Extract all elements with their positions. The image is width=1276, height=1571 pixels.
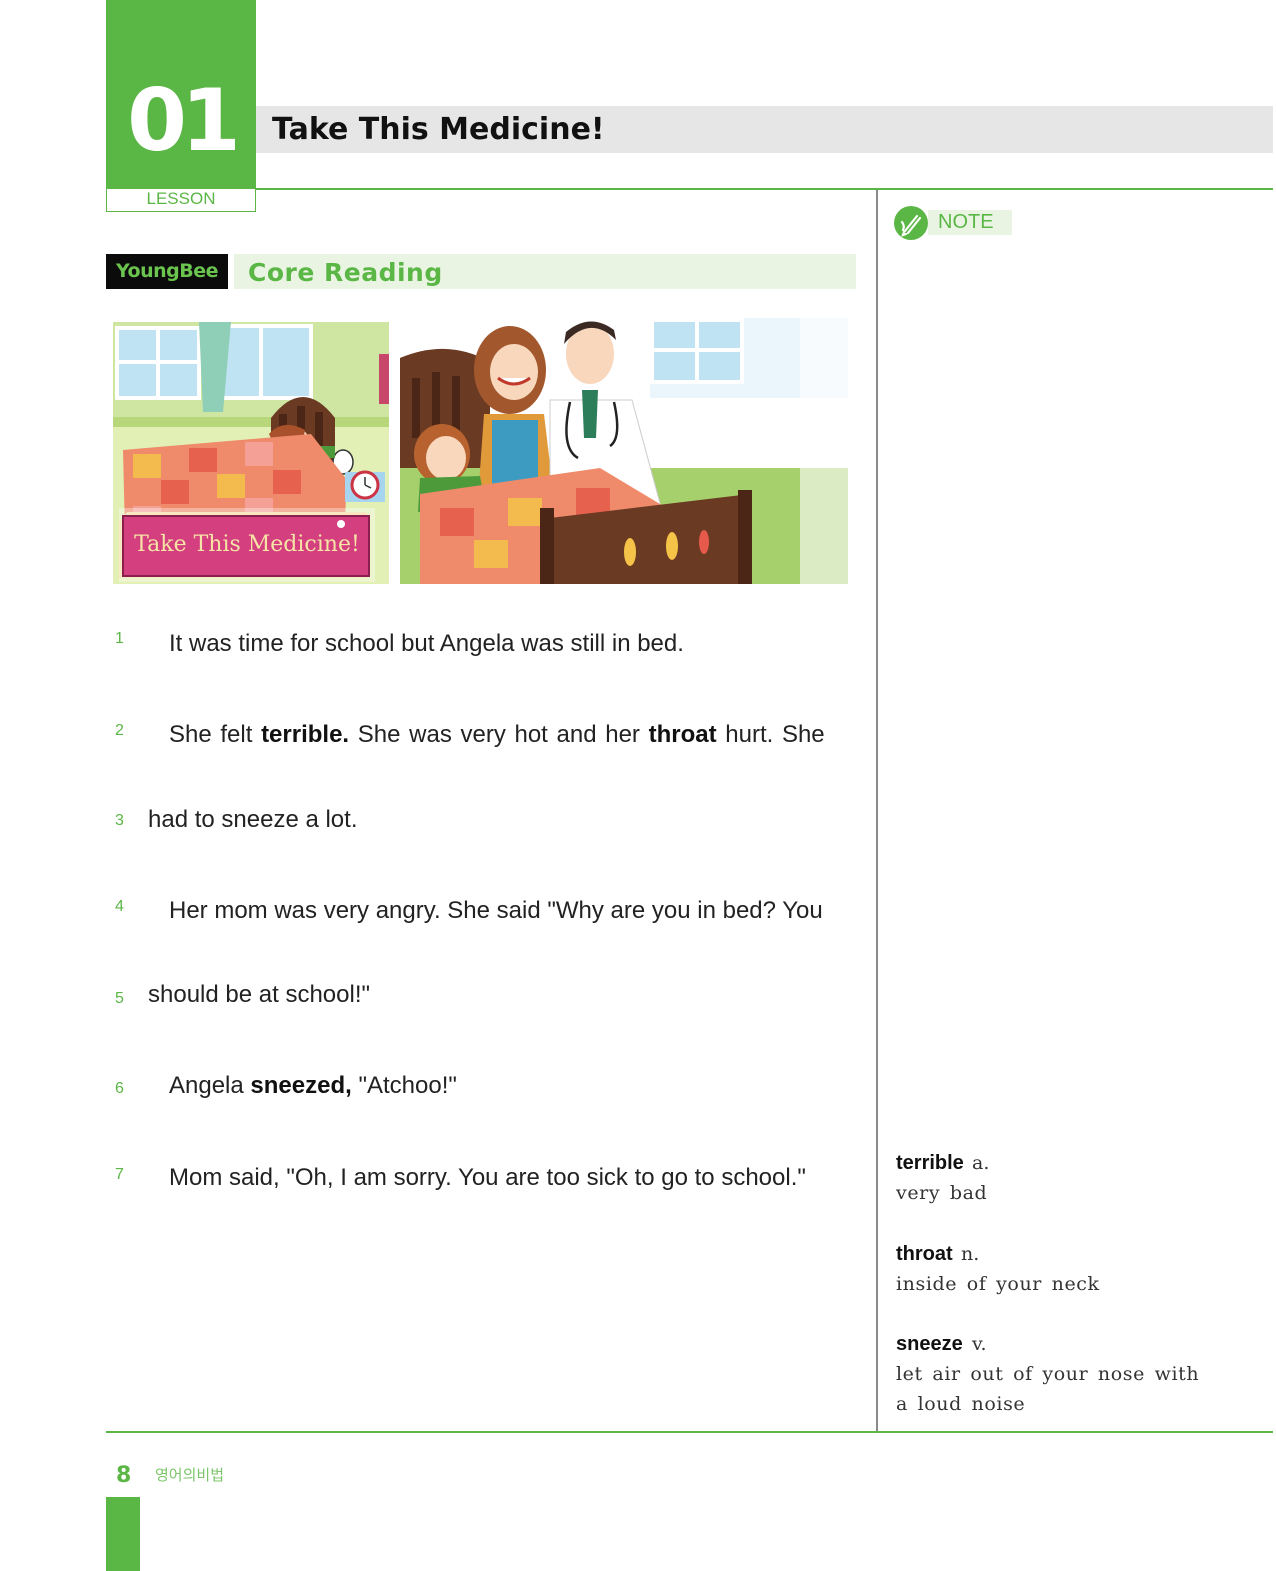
reading-line: Mom said, "Oh, I am sorry. You are too s… [169, 1164, 806, 1191]
reading-fragment: "Atchoo!" [351, 1072, 457, 1099]
vocab-word: throat [896, 1243, 953, 1265]
column-divider [876, 190, 878, 1433]
vocab-definition: inside of your neck [896, 1273, 1100, 1295]
page-number: 8 [116, 1463, 132, 1488]
vocab-part-of-speech: n. [961, 1243, 980, 1265]
line-number: 1 [115, 630, 124, 647]
note-label: NOTE [938, 211, 994, 233]
illustration-caption: Take This Medicine! [134, 532, 360, 557]
book-title: 영어의비법 [155, 1467, 225, 1484]
reading-line: It was time for school but Angela was st… [169, 630, 684, 657]
pencil-icon [894, 206, 928, 240]
vocab-definition: very bad [896, 1182, 988, 1204]
youngbee-label: YoungBee [116, 260, 218, 282]
vocab-part-of-speech: v. [972, 1333, 987, 1355]
line-number: 3 [115, 812, 124, 829]
vocab-highlight: sneezed, [250, 1072, 352, 1099]
footer-rule [106, 1431, 1273, 1433]
vocab-definition: let air out of your nose with [896, 1363, 1200, 1385]
vocab-word: sneeze [896, 1333, 963, 1355]
reading-fragment: She was very hot and her [349, 721, 649, 748]
reading-line: She felt terrible. She was very hot and … [169, 720, 825, 750]
line-number: 2 [115, 722, 124, 739]
page-title: Take This Medicine! [272, 112, 605, 147]
illustration-doctor-visit [400, 318, 848, 584]
reading-fragment: Angela [169, 1072, 251, 1099]
vocab-highlight: throat [648, 721, 717, 748]
reading-line: should be at school!" [148, 981, 370, 1008]
reading-line: Angela sneezed, "Atchoo!" [169, 1071, 457, 1101]
line-number: 6 [115, 1080, 124, 1097]
footer-tab [106, 1497, 140, 1571]
vocab-definition: a loud noise [896, 1393, 1026, 1415]
vocab-highlight: terrible. [261, 721, 350, 748]
lesson-number: 01 [127, 71, 241, 171]
vocab-part-of-speech: a. [972, 1152, 990, 1174]
line-number: 7 [115, 1166, 124, 1183]
reading-line: Her mom was very angry. She said "Why ar… [169, 897, 823, 924]
section-title: Core Reading [248, 258, 443, 287]
header-rule [256, 188, 1273, 190]
reading-fragment: She felt [169, 721, 262, 748]
lesson-label: LESSON [146, 189, 216, 208]
vocab-word: terrible [896, 1152, 964, 1174]
line-number: 5 [115, 990, 124, 1007]
reading-fragment: hurt. She [716, 721, 825, 748]
reading-line: had to sneeze a lot. [148, 806, 358, 833]
line-number: 4 [115, 898, 124, 915]
